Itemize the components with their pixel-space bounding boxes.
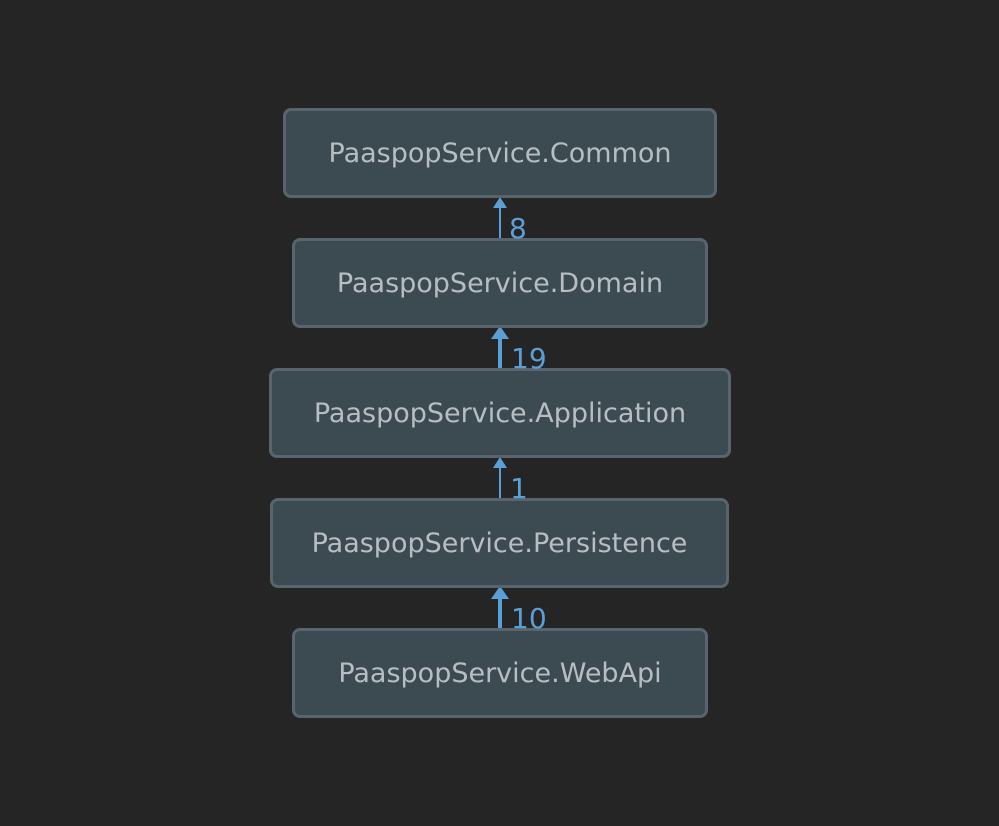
node-paaspopservice-domain[interactable]: PaaspopService.Domain: [292, 238, 708, 328]
edge-label-webapi-to-persistence: 10: [511, 602, 547, 635]
edge-label-domain-to-common: 8: [509, 212, 527, 245]
edge-webapi-to-persistence: [491, 586, 509, 628]
node-paaspopservice-webapi[interactable]: PaaspopService.WebApi: [292, 628, 708, 718]
edge-label-persistence-to-application: 1: [510, 472, 528, 505]
node-paaspopservice-persistence[interactable]: PaaspopService.Persistence: [270, 498, 729, 588]
node-paaspopservice-application[interactable]: PaaspopService.Application: [269, 368, 731, 458]
edge-persistence-to-application: [493, 457, 507, 498]
edge-domain-to-common: [493, 197, 507, 238]
edge-application-to-domain: [491, 326, 509, 368]
node-paaspopservice-common[interactable]: PaaspopService.Common: [283, 108, 717, 198]
dependency-graph-canvas: PaaspopService.Common PaaspopService.Dom…: [0, 0, 999, 826]
edge-label-application-to-domain: 19: [511, 342, 547, 375]
